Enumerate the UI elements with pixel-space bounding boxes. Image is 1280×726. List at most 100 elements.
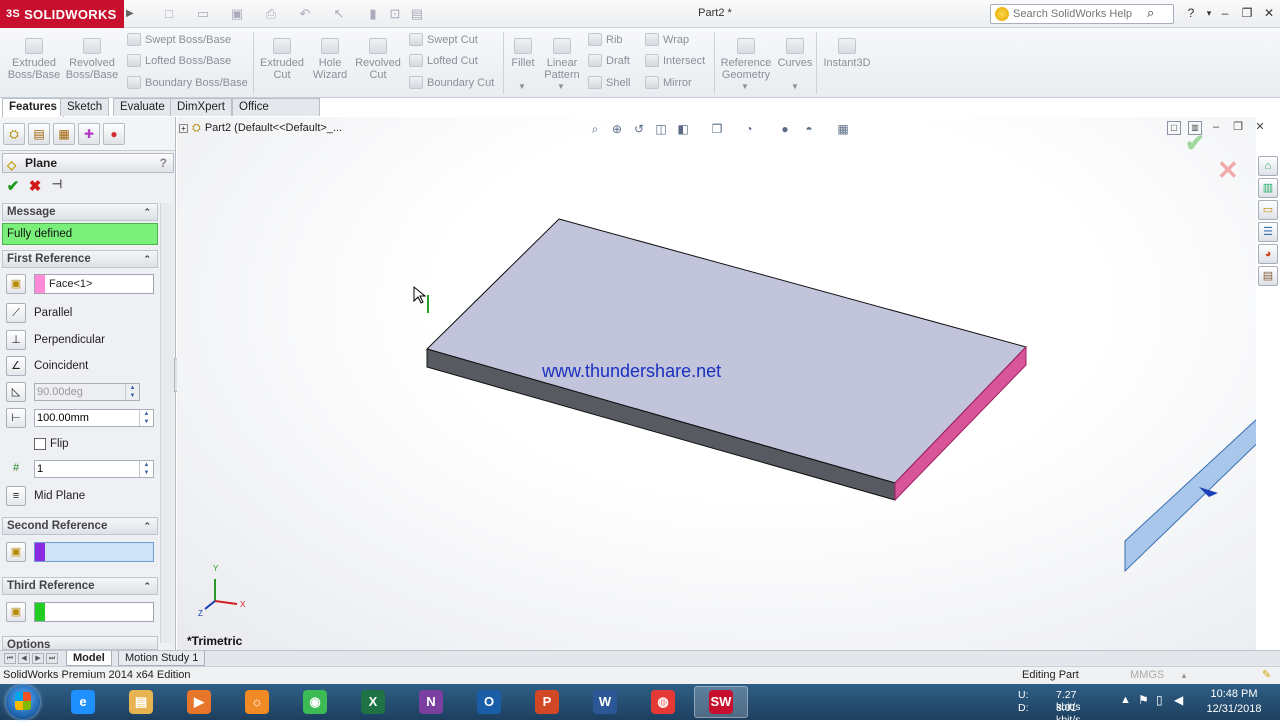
volume-icon[interactable]: ◀ [1174, 693, 1183, 707]
options-header[interactable]: Options [2, 636, 158, 650]
first-reference-selection-box[interactable]: Face<1> [34, 274, 154, 294]
fillet-dropdown-icon[interactable]: ▼ [518, 82, 526, 91]
angle-icon[interactable]: ◺ [6, 382, 26, 402]
property-manager-icon[interactable]: ▤ [28, 123, 50, 145]
taskbar-outlook-button[interactable]: O [462, 686, 516, 718]
swept-cut-button[interactable]: Swept Cut [407, 32, 478, 48]
linear-pattern-button[interactable]: Linear Pattern [540, 34, 584, 81]
clock[interactable]: 10:48 PM 12/31/2018 [1196, 687, 1272, 717]
section-view-icon[interactable]: ◫ [653, 121, 669, 137]
taskbar-media-player-button[interactable]: ▶ [172, 686, 226, 718]
mid-plane-option[interactable]: ≡ Mid Plane [4, 485, 158, 507]
taskbar-excel-button[interactable]: X [346, 686, 400, 718]
flip-checkbox[interactable] [34, 438, 46, 450]
display-manager-icon[interactable]: ● [103, 123, 125, 145]
start-button[interactable] [6, 685, 40, 719]
taskbar-internet-explorer-button[interactable]: e [56, 686, 110, 718]
file-explorer-icon[interactable]: ▭ [1258, 200, 1278, 220]
undo-icon[interactable]: ↶ [296, 6, 314, 22]
viewport-minimize-icon[interactable]: – [1209, 121, 1223, 135]
save-icon[interactable]: ▣ [228, 6, 246, 22]
distance-input[interactable] [37, 411, 137, 425]
tab-features[interactable]: Features [2, 98, 64, 117]
wrap-button[interactable]: Wrap [643, 32, 689, 48]
taskbar-browser-2-button[interactable]: ☼ [230, 686, 284, 718]
viewport-close-icon[interactable]: ✕ [1253, 121, 1267, 135]
model-view[interactable]: Y X Z www.thundershare.net [177, 117, 1256, 650]
view-palette-icon[interactable]: ☰ [1258, 222, 1278, 242]
new-document-icon[interactable]: □ [160, 6, 178, 22]
swept-boss-button[interactable]: Swept Boss/Base [125, 32, 231, 48]
search-input[interactable] [1013, 7, 1143, 21]
shell-button[interactable]: Shell [586, 75, 630, 91]
confirm-corner-ok-icon[interactable]: ✔ [1185, 129, 1205, 158]
dimxpert-manager-icon[interactable]: ✚ [78, 123, 100, 145]
tab-evaluate[interactable]: Evaluate [113, 98, 172, 116]
rebuild-icon[interactable]: ▮ [364, 6, 382, 22]
parallel-option[interactable]: ⟋ Parallel [4, 302, 158, 324]
curves-dropdown-icon[interactable]: ▼ [791, 82, 799, 91]
ok-check-icon[interactable]: ✔ [4, 177, 22, 195]
action-center-flag-icon[interactable]: ⚑ [1138, 693, 1149, 707]
first-tab-icon[interactable]: ⏮ [4, 653, 16, 664]
menu-flyout-icon[interactable]: ▶ [126, 8, 134, 19]
show-hidden-icons-icon[interactable]: ▲ [1120, 694, 1131, 706]
pattern-dropdown-icon[interactable]: ▼ [557, 82, 565, 91]
taskbar-solidworks-button[interactable]: SW [694, 686, 748, 718]
boundary-cut-button[interactable]: Boundary Cut [407, 75, 494, 91]
expand-icon[interactable]: + [179, 124, 188, 133]
distance-spinner-icon[interactable]: ▲ ▼ [139, 410, 153, 426]
minimize-button[interactable]: – [1216, 4, 1234, 22]
rebuild-status-icon[interactable]: ✎ [1262, 667, 1271, 684]
curves-button[interactable]: Curves [776, 34, 814, 69]
plane-preview[interactable] [1124, 405, 1256, 573]
last-tab-icon[interactable]: ⏭ [46, 653, 58, 664]
solidworks-resources-icon[interactable]: ⌂ [1258, 156, 1278, 176]
tab-model[interactable]: Model [66, 651, 112, 666]
perpendicular-option[interactable]: ⊥ Perpendicular [4, 329, 158, 351]
options-icon[interactable]: ▤ [408, 6, 426, 22]
restore-button[interactable]: ❐ [1238, 4, 1256, 22]
tab-sketch[interactable]: Sketch [60, 98, 110, 116]
network-icon[interactable]: ▯ [1156, 693, 1163, 707]
taskbar-powerpoint-button[interactable]: P [520, 686, 574, 718]
count-spinner-icon[interactable]: ▲ ▼ [139, 461, 153, 477]
extruded-boss-button[interactable]: Extruded Boss/Base [6, 34, 62, 81]
configuration-manager-icon[interactable]: ▦ [53, 123, 75, 145]
design-library-icon[interactable]: ▥ [1258, 178, 1278, 198]
solidworks-logo[interactable]: 3S SOLIDWORKS [0, 0, 124, 28]
revolved-boss-button[interactable]: Revolved Boss/Base [64, 34, 120, 81]
tab-office-products[interactable]: Office Products [232, 98, 320, 130]
close-button[interactable]: ✕ [1260, 4, 1278, 22]
message-group-header[interactable]: Message ⌃ [2, 203, 158, 221]
previous-view-icon[interactable]: ↺ [631, 121, 647, 137]
view-settings-icon[interactable]: ▦ [835, 121, 851, 137]
taskbar-chrome-button[interactable]: ◉ [288, 686, 342, 718]
units-arrow-icon[interactable]: ▲ [1180, 667, 1188, 684]
taskbar-onenote-button[interactable]: N [404, 686, 458, 718]
coincident-option[interactable]: ∠ Coincident [4, 355, 158, 377]
second-reference-header[interactable]: Second Reference ⌃ [2, 517, 158, 535]
units-selector[interactable]: MMGS [1130, 667, 1164, 684]
instant3d-button[interactable]: Instant3D [820, 34, 874, 69]
viewport-restore-icon[interactable]: ❐ [1231, 121, 1245, 135]
count-input[interactable] [37, 462, 137, 476]
graphics-area[interactable]: Y X Z www.thundershare.net + ⛭ Part2 (Defa… [177, 117, 1265, 650]
reference-geometry-button[interactable]: Reference Geometry [716, 34, 776, 81]
draft-button[interactable]: Draft [586, 53, 630, 69]
search-icon[interactable]: ⌕ [1147, 5, 1154, 21]
tab-motion-study[interactable]: Motion Study 1 [118, 651, 206, 666]
open-document-icon[interactable]: ▭ [194, 6, 212, 22]
zoom-to-fit-icon[interactable]: ⌕ [587, 121, 603, 137]
first-reference-header[interactable]: First Reference ⌃ [2, 250, 158, 268]
third-reference-selection-box[interactable] [34, 602, 154, 622]
display-style-icon[interactable]: ❒ [709, 121, 725, 137]
help-search[interactable]: ⌕ [990, 4, 1174, 24]
distance-field[interactable]: ▲▼ [34, 409, 154, 427]
panel-scrollbar[interactable] [160, 203, 174, 643]
tab-dimxpert[interactable]: DimXpert [170, 98, 232, 116]
next-tab-icon[interactable]: ▶ [32, 653, 44, 664]
view-orientation-icon[interactable]: ◧ [675, 121, 691, 137]
zoom-to-area-icon[interactable]: ⊕ [609, 121, 625, 137]
feature-tree-root[interactable]: + ⛭ Part2 (Default<<Default>_... [179, 122, 342, 135]
